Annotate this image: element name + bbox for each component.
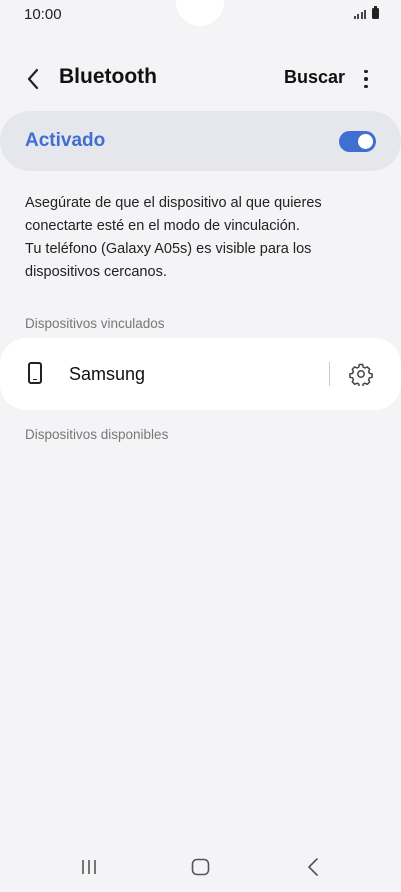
nav-back-button[interactable] — [306, 858, 320, 881]
available-devices-header: Dispositivos disponibles — [25, 427, 169, 442]
gear-icon — [349, 363, 373, 388]
home-button[interactable] — [191, 858, 210, 881]
app-bar: Bluetooth Buscar — [0, 52, 401, 104]
camera-notch — [176, 0, 224, 26]
paired-devices-header: Dispositivos vinculados — [25, 316, 165, 331]
paired-device-row[interactable]: Samsung — [0, 338, 401, 410]
status-icons — [353, 6, 379, 19]
visibility-description: Asegúrate de que el dispositivo al que q… — [25, 192, 375, 284]
signal-icon — [353, 10, 366, 19]
more-vert-icon — [364, 69, 368, 74]
chevron-left-icon — [27, 68, 39, 90]
toggle-label: Activado — [25, 130, 106, 151]
bluetooth-switch[interactable] — [339, 131, 376, 152]
device-name: Samsung — [69, 364, 146, 384]
more-options-button[interactable] — [356, 64, 376, 94]
status-time: 10:00 — [24, 6, 62, 23]
navigation-bar — [0, 844, 401, 892]
status-bar: 10:00 — [0, 0, 401, 32]
description-line: conectarte esté en el modo de vinculació… — [25, 218, 300, 234]
search-button[interactable]: Buscar — [284, 67, 345, 88]
recents-icon — [82, 860, 96, 874]
description-line: dispositivos cercanos. — [25, 264, 167, 280]
battery-icon — [372, 6, 379, 19]
phone-icon — [28, 362, 42, 384]
device-settings-button[interactable] — [349, 362, 373, 388]
divider — [329, 362, 330, 386]
description-line: Tu teléfono (Galaxy A05s) es visible par… — [25, 241, 312, 257]
bluetooth-toggle-row[interactable]: Activado — [0, 111, 401, 171]
back-icon — [308, 858, 318, 876]
switch-knob — [358, 134, 373, 149]
recents-button[interactable] — [80, 858, 98, 881]
back-button[interactable] — [18, 64, 48, 94]
page-title: Bluetooth — [59, 65, 157, 88]
description-line: Asegúrate de que el dispositivo al que q… — [25, 195, 322, 211]
home-icon — [191, 858, 210, 876]
